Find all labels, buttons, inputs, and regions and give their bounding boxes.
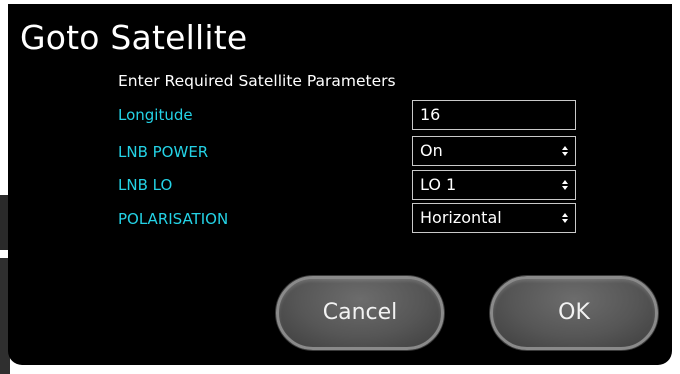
- screen: Goto Satellite Enter Required Satellite …: [0, 0, 680, 374]
- polarisation-value: Horizontal: [420, 208, 502, 227]
- lnb-lo-select[interactable]: LO 1: [412, 170, 576, 200]
- polarisation-label: POLARISATION: [118, 210, 229, 228]
- lnb-power-select[interactable]: On: [412, 136, 576, 166]
- polarisation-select[interactable]: Horizontal: [412, 203, 576, 233]
- lnb-power-value: On: [420, 141, 443, 160]
- longitude-input[interactable]: 16: [412, 100, 576, 130]
- dialog-subtitle: Enter Required Satellite Parameters: [118, 72, 396, 90]
- background-panel-top: [0, 0, 8, 190]
- dialog-title: Goto Satellite: [20, 18, 248, 57]
- up-down-arrows-icon: [562, 146, 568, 156]
- longitude-value: 16: [420, 105, 441, 124]
- up-down-arrows-icon: [562, 180, 568, 190]
- longitude-label: Longitude: [118, 106, 193, 124]
- lnb-lo-value: LO 1: [420, 175, 457, 194]
- ok-button[interactable]: OK: [490, 276, 658, 350]
- lnb-lo-label: LNB LO: [118, 176, 173, 194]
- cancel-button[interactable]: Cancel: [276, 276, 444, 350]
- up-down-arrows-icon: [562, 213, 568, 223]
- lnb-power-label: LNB POWER: [118, 143, 209, 161]
- goto-satellite-dialog: Goto Satellite Enter Required Satellite …: [8, 4, 672, 365]
